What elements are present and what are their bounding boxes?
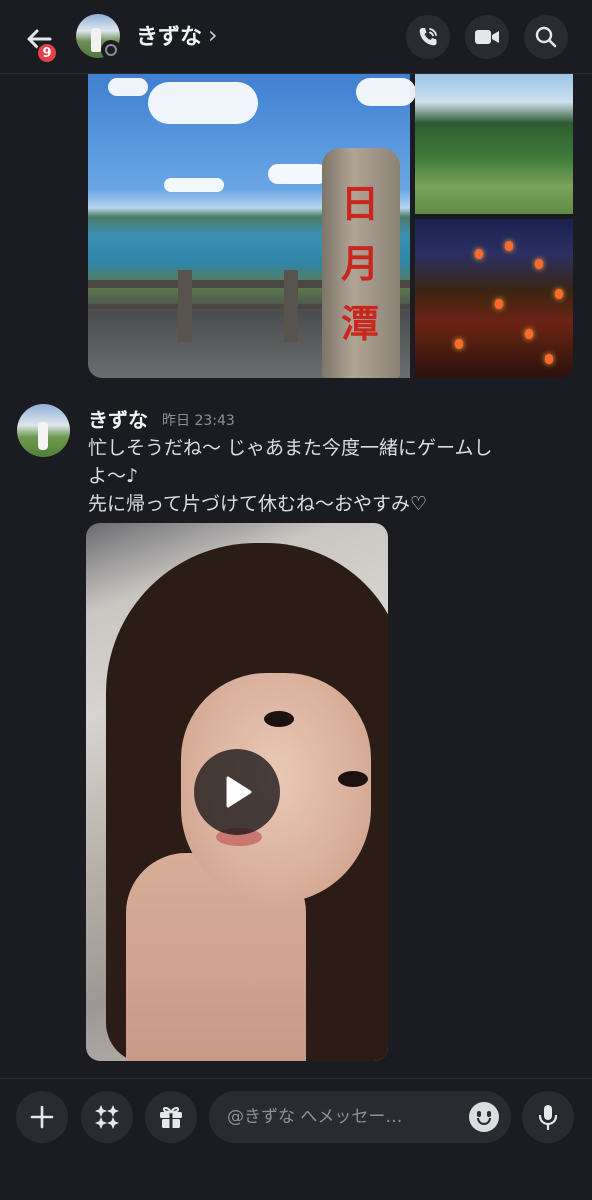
message-input[interactable] [227,1107,457,1127]
video-camera-icon [475,30,499,44]
channel-name: きずな [136,25,203,50]
message-timestamp: 昨日 23:43 [162,413,235,429]
play-icon [226,776,252,808]
composer-bar [0,1078,592,1200]
search-button[interactable] [524,15,568,59]
sparkle-apps-icon [95,1105,119,1129]
add-attachment-button[interactable] [16,1091,68,1143]
unread-badge: 9 [36,42,58,64]
image-gallery: 日月潭 [88,74,573,378]
plus-icon [30,1105,54,1129]
mountain-village-photo[interactable] [415,74,573,214]
apps-button[interactable] [81,1091,133,1143]
message-input-wrapper [209,1091,511,1143]
phone-call-icon [419,28,437,46]
video-attachment[interactable] [86,523,388,1061]
emoji-icon[interactable] [469,1102,499,1132]
stone-inscription: 日月潭 [340,181,379,346]
status-offline-icon [101,40,121,60]
message-line: 忙しそうだね〜 じゃあまた今度一緒にゲームし [88,437,493,459]
channel-title[interactable]: きずな › [136,20,218,50]
voice-call-button[interactable] [406,15,450,59]
chat-header: 9 きずな › [0,0,592,74]
message-line: 先に帰って片づけて休むね〜おやすみ♡ [88,493,428,515]
voice-message-button[interactable] [522,1091,574,1143]
gift-icon [160,1106,182,1128]
message-avatar[interactable] [17,404,70,457]
gift-button[interactable] [145,1091,197,1143]
microphone-icon [538,1105,558,1131]
night-teahouse-photo[interactable] [415,219,573,378]
message-author[interactable]: きずな [88,404,148,433]
video-call-button[interactable] [465,15,509,59]
chevron-right-icon: › [208,21,218,49]
play-button[interactable] [194,749,280,835]
message-line: よ〜♪ [88,465,139,487]
search-icon [535,26,557,48]
sun-moon-lake-photo[interactable]: 日月潭 [88,74,416,378]
message-text: 忙しそうだね〜 じゃあまた今度一緒にゲームし よ〜♪ 先に帰って片づけて休むね〜… [88,434,558,518]
